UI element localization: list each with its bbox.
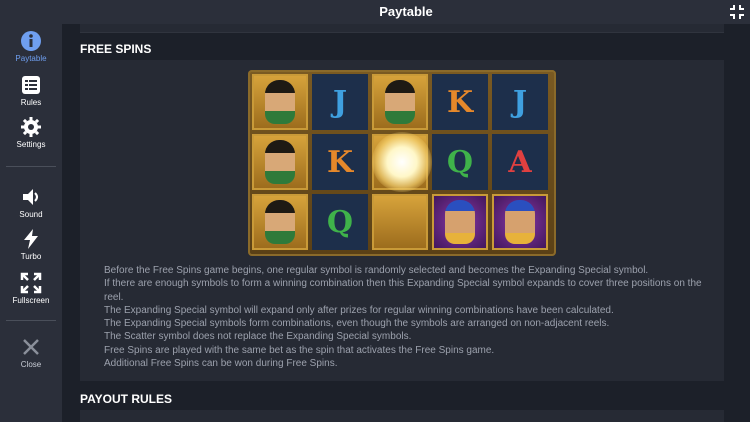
symbol-pharaoh (432, 194, 488, 250)
sidebar-item-label: Paytable (15, 54, 47, 63)
symbol-a: A (492, 134, 548, 190)
sidebar-item-paytable[interactable]: Paytable (0, 30, 62, 63)
sidebar-item-label: Turbo (20, 252, 42, 261)
sidebar-divider (6, 320, 56, 321)
sidebar-item-label: Fullscreen (12, 296, 50, 305)
symbol-j: J (312, 74, 368, 130)
symbol-cleopatra (372, 74, 428, 130)
lightning-icon (24, 229, 38, 249)
paytable-screen: Paytable Rules Settings Sound Turbo Full… (0, 0, 750, 422)
section-title-free-spins: FREE SPINS (80, 42, 152, 56)
description-paragraph: The Expanding Special symbols form combi… (104, 318, 610, 330)
symbol-j: J (492, 74, 548, 130)
free-spins-panel: J K J K Q A Q Before the Free Spins game… (80, 60, 724, 381)
description-paragraph: If there are enough symbols to form a wi… (104, 278, 702, 303)
symbol-pharaoh (492, 194, 548, 250)
sidebar-item-close[interactable]: Close (0, 336, 62, 369)
section-title-payout-rules: PAYOUT RULES (80, 392, 173, 406)
symbol-cleopatra (252, 134, 308, 190)
symbol-q: Q (432, 134, 488, 190)
description-paragraph: Before the Free Spins game begins, one r… (104, 265, 649, 276)
sidebar-item-label: Rules (20, 98, 42, 107)
sidebar-item-fullscreen[interactable]: Fullscreen (0, 272, 62, 305)
sidebar-item-settings[interactable]: Settings (0, 116, 62, 149)
description-paragraph: Free Spins are played with the same bet … (104, 344, 495, 356)
gear-icon (21, 117, 41, 137)
sidebar-divider (6, 166, 56, 167)
expanding-symbol-glow (372, 132, 432, 192)
paytable-content[interactable]: FREE SPINS J K J K Q A Q Before the Free… (62, 24, 750, 422)
symbol-cleopatra (252, 194, 308, 250)
free-spins-description: Before the Free Spins game begins, one r… (104, 264, 704, 370)
sidebar: Paytable Rules Settings Sound Turbo Full… (0, 0, 63, 422)
description-paragraph: Additional Free Spins can be won during … (104, 358, 338, 370)
description-paragraph: The Expanding Special symbol will expand… (104, 304, 614, 316)
description-paragraph: The Scatter symbol does not replace the … (104, 331, 412, 343)
symbol-k: K (312, 134, 368, 190)
header-bar: Paytable (62, 0, 750, 24)
sidebar-item-label: Settings (16, 140, 46, 149)
sidebar-item-sound[interactable]: Sound (0, 186, 62, 219)
payout-rules-panel (80, 410, 724, 422)
sidebar-item-label: Close (20, 360, 42, 369)
symbol-k: K (432, 74, 488, 130)
exit-fullscreen-icon[interactable] (728, 3, 746, 21)
symbol-q: Q (312, 194, 368, 250)
info-icon (21, 31, 41, 51)
previous-section-panel (80, 24, 724, 33)
reels-illustration: J K J K Q A Q (248, 70, 556, 256)
sidebar-item-turbo[interactable]: Turbo (0, 228, 62, 261)
close-icon (23, 339, 39, 355)
symbol-expanding-glow (372, 194, 428, 250)
speaker-icon (23, 189, 38, 205)
symbol-cleopatra (252, 74, 308, 130)
sidebar-item-rules[interactable]: Rules (0, 74, 62, 107)
page-title: Paytable (379, 4, 433, 19)
expand-icon (20, 272, 42, 294)
list-icon (22, 76, 40, 94)
sidebar-item-label: Sound (19, 210, 43, 219)
